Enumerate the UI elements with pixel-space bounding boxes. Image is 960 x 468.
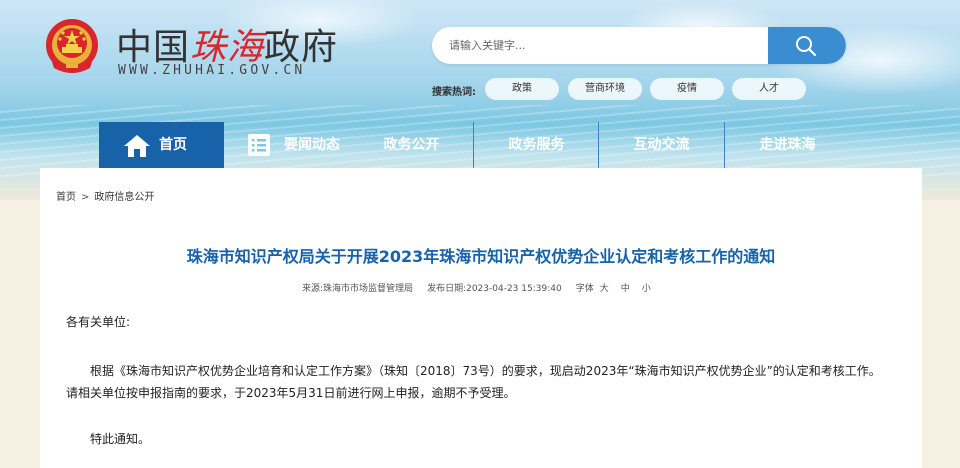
nav-item-home[interactable]: 首页: [99, 122, 224, 168]
search-box: [432, 27, 846, 64]
article-closing: 特此通知。: [90, 432, 151, 446]
source-label: 来源:: [302, 284, 324, 294]
article-greeting: 各有关单位:: [66, 315, 131, 329]
nav-label-home: 首页: [159, 137, 187, 153]
search-button[interactable]: [768, 27, 846, 64]
font-size-medium[interactable]: 中: [621, 284, 630, 294]
search-icon: [796, 36, 817, 57]
breadcrumb: 首页 > 政府信息公开: [56, 188, 154, 203]
source-value: 珠海市市场监督管理局: [323, 284, 414, 294]
nav-label-news: 要闻动态: [284, 137, 340, 153]
hot-tag-policy[interactable]: 政策: [485, 78, 559, 100]
news-list-icon: [248, 134, 270, 156]
nav-item-news[interactable]: 要闻动态: [224, 122, 349, 168]
hot-tag-talent[interactable]: 人才: [732, 78, 806, 100]
home-icon: [124, 135, 150, 157]
date-value: 2023-04-23 15:39:40: [466, 284, 562, 294]
article-paragraph: 根据《珠海市知识产权优势企业培育和认定工作方案》（珠知〔2018〕73号）的要求…: [66, 364, 881, 400]
font-size-small[interactable]: 小: [642, 284, 651, 294]
article-card: 首页 > 政府信息公开 珠海市知识产权局关于开展2023年珠海市知识产权优势企业认定…: [40, 168, 922, 468]
article-meta: 来源:珠海市市场监督管理局 发布日期:2023-04-23 15:39:40 字体大…: [302, 281, 657, 294]
hot-tag-epidemic[interactable]: 疫情: [650, 78, 724, 100]
site-title-city: 珠海: [190, 27, 265, 68]
hot-search-label: 搜索热词:: [432, 87, 476, 98]
site-url: WWW.ZHUHAI.GOV.CN: [118, 63, 306, 78]
breadcrumb-home[interactable]: 首页: [56, 192, 76, 203]
breadcrumb-separator: >: [81, 192, 90, 203]
article-title: 珠海市知识产权局关于开展2023年珠海市知识产权优势企业认定和考核工作的通知: [186, 247, 776, 266]
nav-item-gov-services[interactable]: 政务服务: [474, 122, 599, 168]
national-emblem-icon: [46, 19, 98, 73]
search-input[interactable]: [432, 27, 779, 64]
breadcrumb-gov-info[interactable]: 政府信息公开: [94, 192, 154, 203]
site-title-suffix: 政府: [264, 27, 339, 68]
font-size-large[interactable]: 大: [600, 284, 609, 294]
nav-item-about-zhuhai[interactable]: 走进珠海: [725, 122, 850, 168]
main-nav: 首页 要闻动态 政务公开 政务服务 互动交流 走进珠海: [99, 122, 851, 168]
font-size-label: 字体: [575, 284, 594, 294]
hot-tag-business-environment[interactable]: 营商环境: [568, 78, 642, 100]
nav-item-gov-affairs-open[interactable]: 政务公开: [349, 122, 474, 168]
date-label: 发布日期:: [427, 284, 467, 294]
nav-item-interaction[interactable]: 互动交流: [599, 122, 724, 168]
site-title-prefix: 中国: [116, 27, 191, 68]
